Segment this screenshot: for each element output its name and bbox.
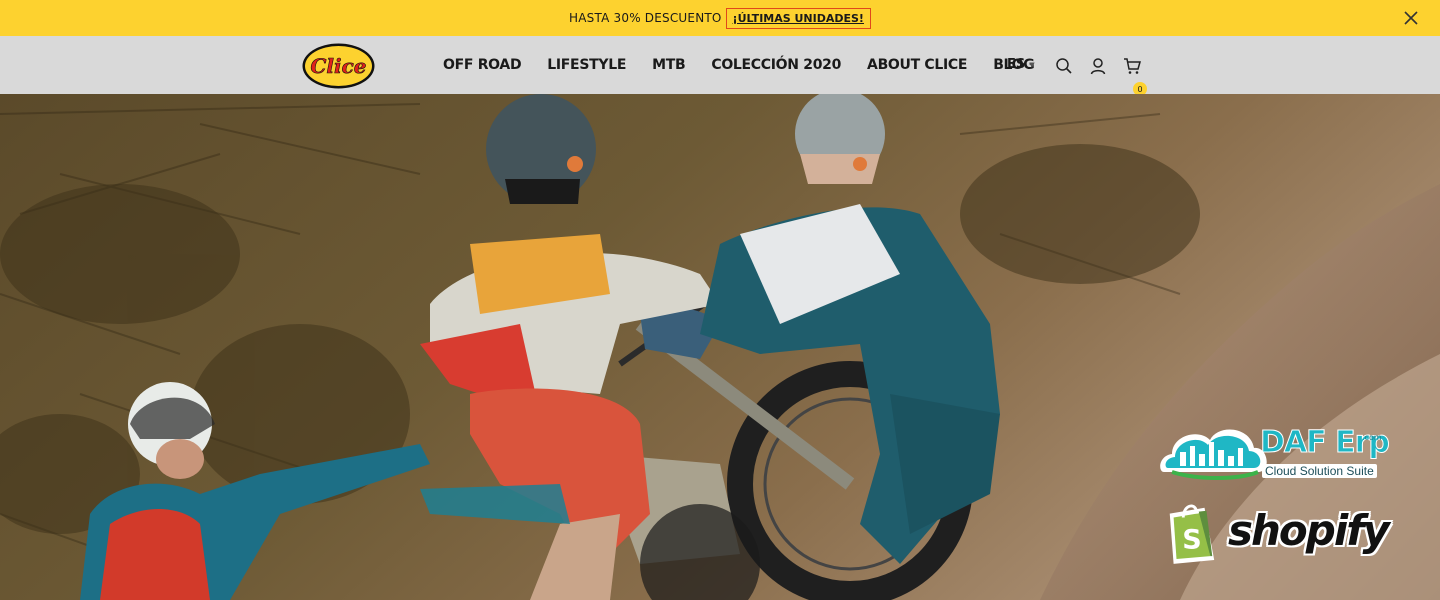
- daf-tagline: Cloud Solution Suite: [1262, 464, 1377, 478]
- nav-off-road[interactable]: OFF ROAD: [443, 57, 522, 73]
- nav-mtb[interactable]: MTB: [652, 57, 686, 73]
- announcement-bar: HASTA 30% DESCUENTO ¡ÚLTIMAS UNIDADES!: [0, 0, 1440, 36]
- shopify-bag-icon: S: [1169, 504, 1215, 564]
- nav-lifestyle[interactable]: LIFESTYLE: [547, 57, 626, 73]
- nav-about-clice[interactable]: ABOUT CLICE: [867, 57, 967, 73]
- chevron-down-icon: ▼: [1029, 60, 1035, 69]
- clice-logo[interactable]: Clice: [301, 42, 376, 90]
- cart-icon[interactable]: [1123, 57, 1141, 75]
- search-icon[interactable]: [1055, 57, 1073, 75]
- nav-coleccion-2020[interactable]: COLECCIÓN 2020: [711, 57, 841, 73]
- svg-text:Clice: Clice: [310, 54, 366, 78]
- daf-erp-brand: DAF Erp: [1260, 425, 1391, 461]
- language-selector[interactable]: ES ▼: [1007, 57, 1035, 72]
- hero-banner[interactable]: DAF Erp .com Cloud Solution Suite S shop…: [0, 94, 1440, 600]
- account-icon[interactable]: [1089, 57, 1107, 75]
- site-header: Clice OFF ROAD LIFESTYLE MTB COLECCIÓN 2…: [0, 36, 1440, 96]
- language-label: ES: [1007, 57, 1026, 72]
- hero-image: [0, 94, 1440, 600]
- main-nav: OFF ROAD LIFESTYLE MTB COLECCIÓN 2020 AB…: [443, 36, 1060, 94]
- daf-com-label: .com: [1362, 433, 1382, 442]
- last-units-link[interactable]: ¡ÚLTIMAS UNIDADES!: [725, 7, 871, 29]
- svg-text:S: S: [1182, 524, 1201, 555]
- close-icon[interactable]: [1402, 9, 1420, 27]
- shopify-wordmark: shopify: [1228, 506, 1390, 555]
- announcement-text: HASTA 30% DESCUENTO: [569, 11, 722, 25]
